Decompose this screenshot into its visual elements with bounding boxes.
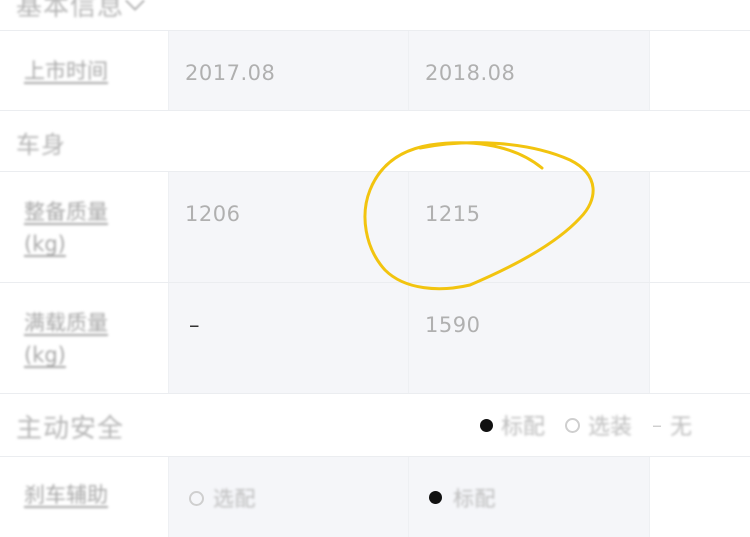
filled-dot-icon xyxy=(480,418,493,432)
hollow-circle-icon xyxy=(189,491,204,506)
legend-optional: 选装 xyxy=(565,409,632,441)
value-launch-time-2: 2018.08 xyxy=(425,61,516,85)
value-full-load-weight-2: 1590 xyxy=(425,313,481,337)
collapse-chevron-icon[interactable] xyxy=(125,0,145,11)
value-brake-assist-1: 选配 xyxy=(213,487,256,511)
value-cell: 1590 xyxy=(408,283,649,393)
legend-standard-label: 标配 xyxy=(501,415,546,440)
value-cell xyxy=(649,172,750,282)
value-cell: – xyxy=(168,283,408,393)
legend-optional-label: 选装 xyxy=(588,415,633,440)
table-row-launch-time: 上市时间 2017.08 2018.08 xyxy=(0,31,750,111)
row-label-full-load-weight[interactable]: 满载质量(kg) xyxy=(24,307,124,371)
legend-none: – 无 xyxy=(652,409,692,441)
row-label-cell: 刹车辅助 xyxy=(0,457,168,537)
table-row-full-load-weight: 满载质量(kg) – 1590 xyxy=(0,283,750,393)
value-cell: 选配 xyxy=(168,457,408,537)
value-launch-time-1: 2017.08 xyxy=(185,61,276,85)
hollow-circle-icon xyxy=(565,417,581,433)
table-row-brake-assist: 刹车辅助 选配 标配 xyxy=(0,457,750,537)
section-title-body: 车身 xyxy=(16,131,66,159)
legend-none-label: 无 xyxy=(670,415,693,440)
table-row-curb-weight: 整备质量(kg) 1206 1215 xyxy=(0,172,750,282)
value-cell: 标配 xyxy=(408,457,649,537)
row-label-curb-weight[interactable]: 整备质量(kg) xyxy=(24,196,124,260)
row-label-cell: 满载质量(kg) xyxy=(0,283,168,393)
section-active-safety: 主动安全 标配 选装 – 无 xyxy=(0,394,750,456)
value-curb-weight-1: 1206 xyxy=(185,202,241,226)
value-cell: 1206 xyxy=(168,172,408,282)
section-basic-info: 基本信息 xyxy=(0,0,750,30)
section-body: 车身 xyxy=(0,111,750,171)
section-title-active-safety: 主动安全 xyxy=(16,414,125,444)
row-label-launch-time[interactable]: 上市时间 xyxy=(24,55,144,87)
value-cell: 1215 xyxy=(408,172,649,282)
value-cell xyxy=(649,31,750,111)
row-label-cell: 上市时间 xyxy=(0,31,168,111)
value-curb-weight-2: 1215 xyxy=(425,202,481,226)
row-label-brake-assist[interactable]: 刹车辅助 xyxy=(24,479,144,511)
legend-standard: 标配 xyxy=(480,409,545,441)
row-label-cell: 整备质量(kg) xyxy=(0,172,168,282)
dash-icon: – xyxy=(652,413,663,437)
filled-dot-icon xyxy=(429,491,442,504)
value-brake-assist-2: 标配 xyxy=(453,487,496,511)
legend: 标配 选装 – 无 xyxy=(480,394,712,456)
value-cell xyxy=(649,283,750,393)
value-cell: 2017.08 xyxy=(168,31,408,111)
value-cell xyxy=(649,457,750,537)
section-title-basic-info: 基本信息 xyxy=(16,0,125,22)
value-cell: 2018.08 xyxy=(408,31,649,111)
value-full-load-weight-1: – xyxy=(189,313,200,337)
